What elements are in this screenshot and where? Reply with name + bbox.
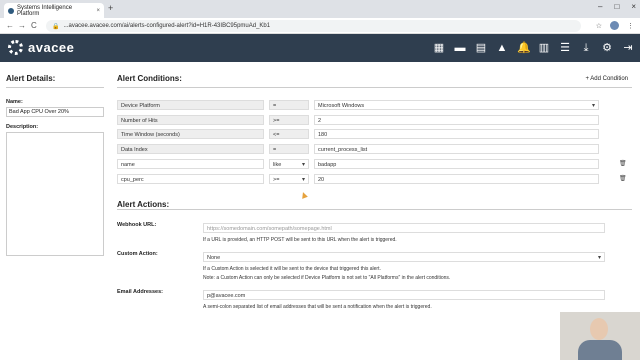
browser-menu-icon[interactable]: ⋮ bbox=[627, 22, 634, 30]
minimize-icon[interactable]: – bbox=[598, 2, 602, 11]
download-icon[interactable]: ⤓ bbox=[580, 41, 592, 55]
alert-conditions-panel: Alert Conditions: + Add Condition Device… bbox=[117, 74, 632, 310]
presenter-webcam bbox=[560, 312, 640, 360]
trash-icon[interactable]: 🗑 bbox=[619, 175, 627, 182]
trash-icon[interactable]: 🗑 bbox=[619, 160, 627, 167]
reload-icon[interactable]: C bbox=[31, 21, 37, 30]
condition-field: Number of Hits bbox=[117, 114, 264, 125]
logo-icon bbox=[8, 40, 23, 55]
divider bbox=[6, 87, 104, 88]
custom-action-note: Note: a Custom Action can only be select… bbox=[203, 275, 451, 281]
brand-logo[interactable]: avacee bbox=[8, 40, 74, 55]
condition-value[interactable]: 20 bbox=[314, 173, 599, 184]
alert-details-heading: Alert Details: bbox=[6, 74, 56, 83]
description-textarea[interactable] bbox=[6, 132, 104, 256]
chart-icon[interactable]: ▥ bbox=[538, 41, 550, 55]
condition-operator: = bbox=[269, 144, 309, 155]
name-label: Name: bbox=[6, 99, 23, 105]
bookmark-star-icon[interactable]: ☆ bbox=[596, 22, 602, 30]
condition-value[interactable]: badapp bbox=[314, 158, 599, 169]
forward-icon[interactable]: → bbox=[18, 21, 26, 30]
back-icon[interactable]: ← bbox=[6, 21, 14, 30]
alert-actions-heading: Alert Actions: bbox=[117, 200, 170, 209]
webhook-label: Webhook URL: bbox=[117, 222, 157, 228]
monitor-icon[interactable]: ▬ bbox=[454, 41, 466, 55]
url-text: ...avacee.avacee.com/ai/alerts-configure… bbox=[63, 23, 271, 29]
gear-icon[interactable]: ⚙ bbox=[601, 41, 613, 55]
condition-value[interactable]: Microsoft Windows bbox=[314, 100, 599, 110]
custom-action-select[interactable]: None bbox=[203, 252, 605, 262]
condition-operator[interactable]: >= bbox=[269, 173, 309, 184]
condition-value[interactable]: current_process_list bbox=[314, 144, 599, 155]
lock-icon: 🔒 bbox=[52, 23, 60, 30]
add-condition-button[interactable]: + Add Condition bbox=[585, 76, 628, 82]
divider bbox=[117, 87, 632, 88]
condition-field: Time Window (seconds) bbox=[117, 129, 264, 140]
report-icon[interactable]: ▤ bbox=[475, 41, 487, 55]
condition-field[interactable]: name bbox=[117, 158, 264, 169]
condition-value[interactable]: 180 bbox=[314, 129, 599, 140]
presenter-head bbox=[590, 318, 608, 340]
window-controls: – □ × bbox=[598, 2, 636, 11]
address-bar: ← → C 🔒 ...avacee.avacee.com/ai/alerts-c… bbox=[0, 18, 640, 34]
condition-operator: >= bbox=[269, 114, 309, 125]
alert-conditions-heading: Alert Conditions: bbox=[117, 74, 182, 83]
divider bbox=[117, 209, 632, 210]
name-input[interactable]: Bad App CPU Over 20% bbox=[6, 107, 104, 117]
webhook-help: If a URL is provided, an HTTP POST will … bbox=[203, 237, 397, 243]
condition-value[interactable]: 2 bbox=[314, 114, 599, 125]
tab-title: Systems Intelligence Platform bbox=[17, 4, 73, 17]
browser-tab[interactable]: Systems Intelligence Platform × bbox=[4, 3, 104, 18]
brand-name: avacee bbox=[28, 40, 75, 55]
logout-icon[interactable]: ⇥ bbox=[622, 41, 634, 55]
dashboard-icon[interactable]: ▦ bbox=[433, 41, 445, 55]
browser-actions: ☆ ⋮ bbox=[596, 21, 634, 30]
condition-operator: <= bbox=[269, 129, 309, 140]
close-window-icon[interactable]: × bbox=[631, 2, 636, 11]
tab-close-icon[interactable]: × bbox=[96, 8, 100, 14]
browser-tab-bar: Systems Intelligence Platform × + – □ × bbox=[0, 0, 640, 18]
new-tab-button[interactable]: + bbox=[108, 3, 113, 13]
custom-action-label: Custom Action: bbox=[117, 251, 158, 257]
condition-field: Device Platform bbox=[117, 100, 264, 110]
mouse-cursor bbox=[300, 191, 308, 199]
presenter-body bbox=[578, 340, 622, 360]
webhook-input[interactable]: https://somedomain.com/somepath/somepage… bbox=[203, 223, 605, 233]
alert-details-panel: Alert Details: Name: Bad App CPU Over 20… bbox=[6, 74, 104, 256]
favicon-icon bbox=[8, 7, 14, 14]
list-icon[interactable]: ☰ bbox=[559, 41, 571, 55]
maximize-icon[interactable]: □ bbox=[614, 2, 619, 11]
condition-operator: = bbox=[269, 100, 309, 110]
custom-action-help: If a Custom Action is selected it will b… bbox=[203, 266, 381, 272]
app-header: avacee ▦ ▬ ▤ ▲ 🔔 ▥ ☰ ⤓ ⚙ ⇥ bbox=[0, 34, 640, 62]
alert-icon[interactable]: ▲ bbox=[496, 41, 508, 55]
url-field[interactable]: 🔒 ...avacee.avacee.com/ai/alerts-configu… bbox=[46, 20, 581, 32]
condition-operator[interactable]: like bbox=[269, 158, 309, 169]
description-label: Description: bbox=[6, 124, 39, 130]
condition-field[interactable]: cpu_perc bbox=[117, 173, 264, 184]
email-help: A semi-colon separated list of email add… bbox=[203, 304, 432, 310]
bell-icon[interactable]: 🔔 bbox=[517, 41, 531, 55]
email-input[interactable]: p@avacee.com bbox=[203, 290, 605, 300]
email-label: Email Addresses: bbox=[117, 289, 163, 295]
condition-field: Data Index bbox=[117, 144, 264, 155]
profile-avatar[interactable] bbox=[610, 21, 619, 30]
header-nav: ▦ ▬ ▤ ▲ 🔔 ▥ ☰ ⤓ ⚙ ⇥ bbox=[433, 41, 634, 55]
